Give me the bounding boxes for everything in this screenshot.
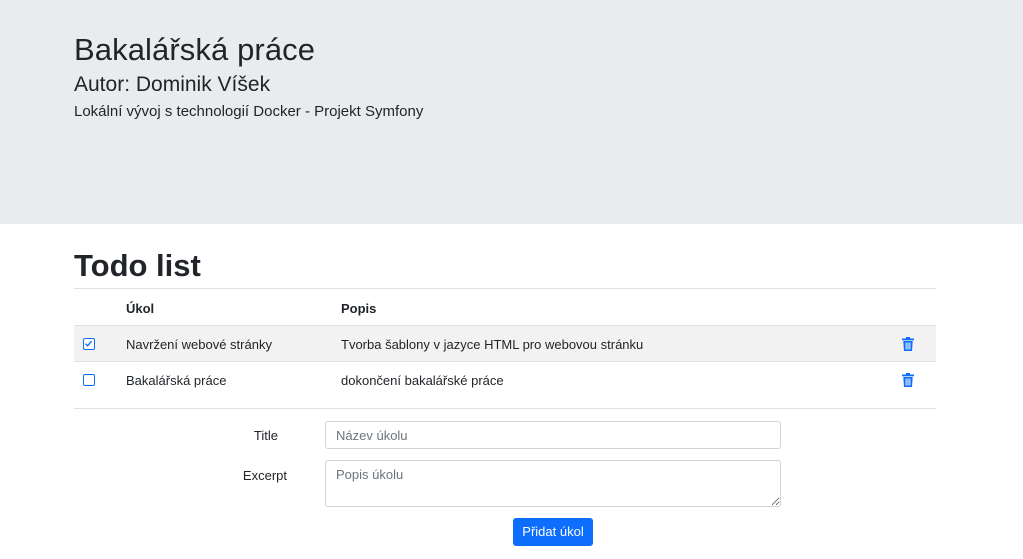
table-row: Navržení webové stránky Tvorba šablony v… [74,325,936,361]
add-task-button[interactable]: Přidat úkol [513,518,593,546]
column-header-task: Úkol [126,301,155,316]
checkbox-checked[interactable] [83,338,95,350]
checkmark-icon [85,340,93,347]
table-divider [74,408,936,409]
trash-icon[interactable] [902,373,914,387]
todo-list-heading: Todo list [74,248,201,283]
trash-icon[interactable] [902,337,914,351]
header-banner: Bakalářská práce Autor: Dominik Víšek Lo… [0,0,1023,224]
checkbox-unchecked[interactable] [83,374,95,386]
column-header-description: Popis [341,301,377,316]
task-description: Tvorba šablony v jazyce HTML pro webovou… [341,337,644,352]
page-title: Bakalářská práce [74,32,316,67]
task-name: Navržení webové stránky [126,337,272,352]
project-subtitle: Lokální vývoj s technologií Docker - Pro… [74,103,424,120]
excerpt-textarea[interactable] [325,460,781,507]
title-input[interactable] [325,421,781,449]
excerpt-label: Excerpt [242,468,287,483]
title-label: Title [253,428,278,443]
table-header-row: Úkol Popis [74,288,936,325]
task-name: Bakalářská práce [126,373,227,388]
table-row: Bakalářská práce dokončení bakalářské pr… [74,361,936,397]
task-description: dokončení bakalářské práce [341,373,504,388]
author-line: Autor: Dominik Víšek [74,73,271,96]
